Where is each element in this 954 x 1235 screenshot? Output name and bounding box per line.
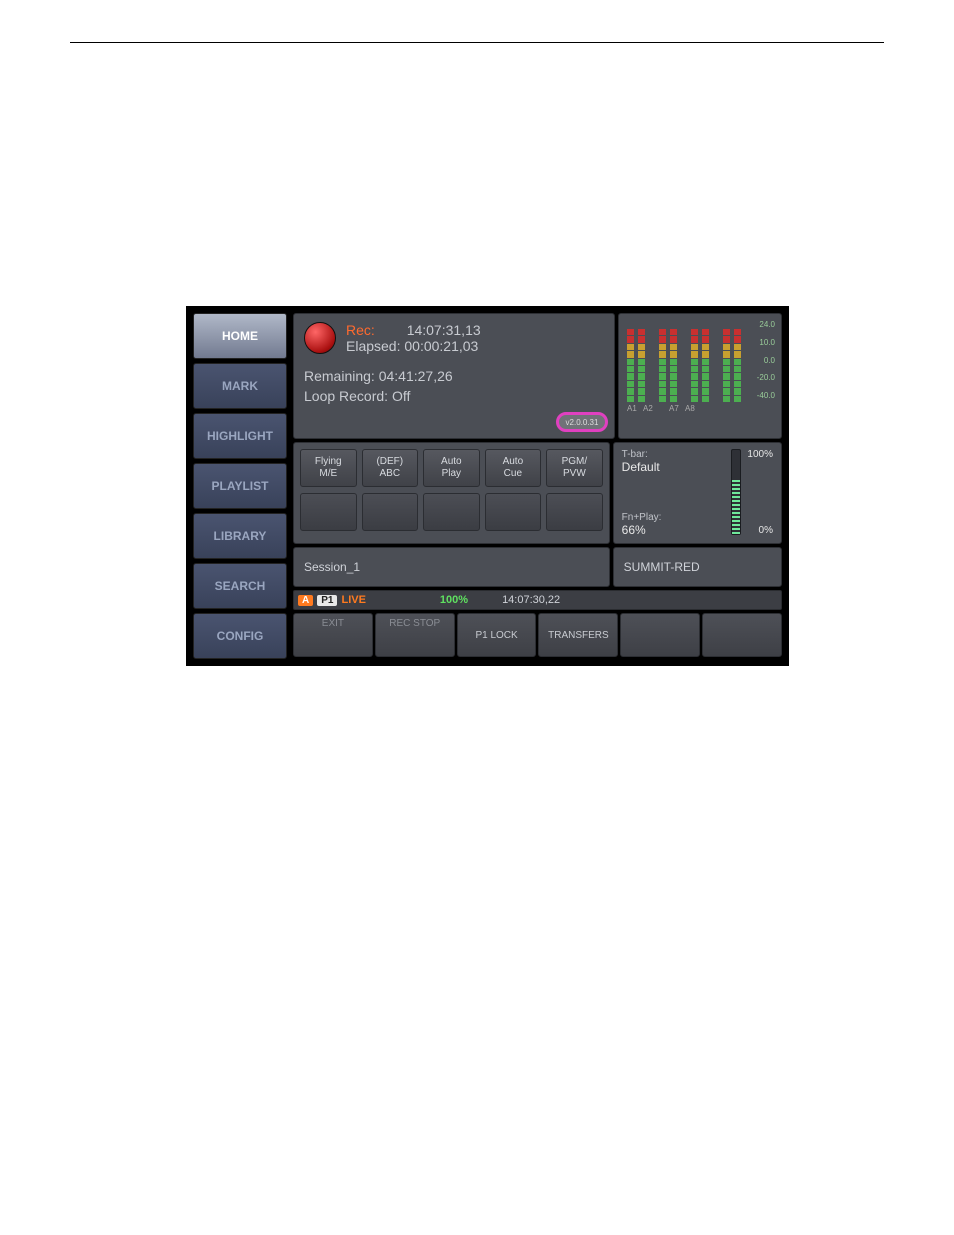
version-badge: v2.0.0.31 — [556, 412, 608, 432]
version-text: v2.0.0.31 — [566, 418, 599, 427]
fn-label: EXIT — [322, 618, 344, 629]
mode-empty[interactable] — [546, 493, 603, 531]
sidebar-label: HIGHLIGHT — [207, 429, 273, 443]
device-box: SUMMIT-RED — [613, 547, 782, 587]
exit-button[interactable]: EXIT — [293, 613, 373, 657]
sidebar-item-config[interactable]: CONFIG — [193, 613, 287, 659]
mode-line2: Play — [442, 468, 461, 480]
sidebar-item-playlist[interactable]: PLAYLIST — [193, 463, 287, 509]
sidebar-label: MARK — [222, 379, 258, 393]
mode-line1: Flying — [315, 456, 342, 468]
mode-line1: (DEF) — [376, 456, 403, 468]
rec-timecode: 14:07:31,13 — [407, 322, 481, 338]
session-name: Session_1 — [304, 560, 599, 574]
device-name: SUMMIT-RED — [624, 560, 700, 574]
meter-bar — [659, 328, 666, 402]
tbar-slider[interactable] — [731, 449, 741, 535]
fn-label: TRANSFERS — [548, 630, 609, 641]
meter-bar — [734, 328, 741, 402]
fnplay-value: 66% — [622, 523, 646, 537]
sidebar-item-home[interactable]: HOME — [193, 313, 287, 359]
app-panel: HOME MARK HIGHLIGHT PLAYLIST LIBRARY SEA… — [186, 306, 789, 666]
rec-stop-button[interactable]: REC STOP — [375, 613, 455, 657]
status-percent: 100% — [440, 594, 468, 606]
loop-record-label: Loop Record: — [304, 388, 388, 404]
mode-auto-cue[interactable]: Auto Cue — [485, 449, 542, 487]
mode-flying-me[interactable]: Flying M/E — [300, 449, 357, 487]
meter-bar — [691, 328, 698, 402]
live-indicator: LIVE — [341, 594, 365, 606]
db-tick: 10.0 — [757, 338, 775, 347]
rec-label: Rec: — [346, 322, 375, 338]
status-strip: A P1 LIVE 100% 14:07:30,22 — [293, 590, 782, 610]
fn-label: P1 LOCK — [475, 630, 517, 641]
meter-bar — [702, 328, 709, 402]
meter-ch-label: A7 — [669, 404, 681, 413]
db-scale: 24.0 10.0 0.0 -20.0 -40.0 — [757, 320, 775, 400]
elapsed-label: Elapsed: — [346, 338, 400, 354]
db-tick: 0.0 — [757, 356, 775, 365]
fn-empty-button[interactable] — [620, 613, 700, 657]
db-tick: 24.0 — [757, 320, 775, 329]
remaining-value: 04:41:27,26 — [379, 368, 453, 384]
mode-def-abc[interactable]: (DEF) ABC — [362, 449, 419, 487]
mode-line1: PGM/ — [562, 456, 588, 468]
sidebar-item-mark[interactable]: MARK — [193, 363, 287, 409]
remaining-label: Remaining: — [304, 368, 375, 384]
mode-line2: Cue — [504, 468, 522, 480]
mode-empty[interactable] — [362, 493, 419, 531]
sidebar-item-library[interactable]: LIBRARY — [193, 513, 287, 559]
p1-lock-button[interactable]: P1 LOCK — [457, 613, 537, 657]
sidebar: HOME MARK HIGHLIGHT PLAYLIST LIBRARY SEA… — [191, 311, 289, 661]
fnplay-label: Fn+Play: — [622, 512, 662, 523]
mode-empty[interactable] — [300, 493, 357, 531]
meter-bar — [723, 328, 730, 402]
audio-meters-box: A1 A2 A7 A8 24.0 10.0 0.0 -20.0 -40.0 — [618, 313, 782, 439]
mode-line2: PVW — [563, 468, 586, 480]
record-status-box: Rec: 14:07:31,13 Elapsed: 00:00:21,03 Re… — [293, 313, 615, 439]
mode-line1: Auto — [503, 456, 524, 468]
tbar-label: T-bar: — [622, 449, 648, 460]
tbar-bottom-pct: 0% — [759, 525, 773, 536]
channel-a-chip: A — [298, 595, 313, 606]
meter-bar — [627, 328, 634, 402]
mode-empty[interactable] — [423, 493, 480, 531]
meter-ch-label: A1 — [627, 404, 639, 413]
meter-ch-label: A2 — [643, 404, 655, 413]
meter-ch-label: A8 — [685, 404, 697, 413]
db-tick: -40.0 — [757, 391, 775, 400]
meter-bar — [670, 328, 677, 402]
transfers-button[interactable]: TRANSFERS — [538, 613, 618, 657]
sidebar-label: LIBRARY — [214, 529, 267, 543]
fn-empty-button[interactable] — [702, 613, 782, 657]
sidebar-label: CONFIG — [217, 629, 264, 643]
mode-line2: M/E — [319, 468, 337, 480]
modes-box: Flying M/E (DEF) ABC Auto Play Auto Cue — [293, 442, 610, 544]
status-timecode: 14:07:30,22 — [502, 594, 560, 606]
tbar-box: T-bar: 100% Default Fn+Play: 66% 0% — [613, 442, 782, 544]
main-area: Rec: 14:07:31,13 Elapsed: 00:00:21,03 Re… — [289, 311, 784, 661]
page-divider — [70, 42, 884, 43]
sidebar-label: PLAYLIST — [212, 479, 269, 493]
mode-pgm-pvw[interactable]: PGM/ PVW — [546, 449, 603, 487]
mode-line1: Auto — [441, 456, 462, 468]
record-indicator-icon — [304, 322, 336, 354]
sidebar-item-search[interactable]: SEARCH — [193, 563, 287, 609]
loop-record-value: Off — [392, 388, 410, 404]
fn-label: REC STOP — [389, 618, 440, 629]
mode-empty[interactable] — [485, 493, 542, 531]
audio-meters — [625, 320, 775, 402]
tbar-top-pct: 100% — [747, 449, 773, 460]
elapsed-value: 00:00:21,03 — [404, 338, 478, 354]
mode-auto-play[interactable]: Auto Play — [423, 449, 480, 487]
mode-line2: ABC — [380, 468, 401, 480]
sidebar-item-highlight[interactable]: HIGHLIGHT — [193, 413, 287, 459]
tbar-mode: Default — [622, 460, 773, 474]
meter-bar — [638, 328, 645, 402]
sidebar-label: SEARCH — [215, 579, 266, 593]
channel-p1-chip: P1 — [317, 595, 337, 606]
db-tick: -20.0 — [757, 373, 775, 382]
session-box: Session_1 — [293, 547, 610, 587]
sidebar-label: HOME — [222, 329, 258, 343]
